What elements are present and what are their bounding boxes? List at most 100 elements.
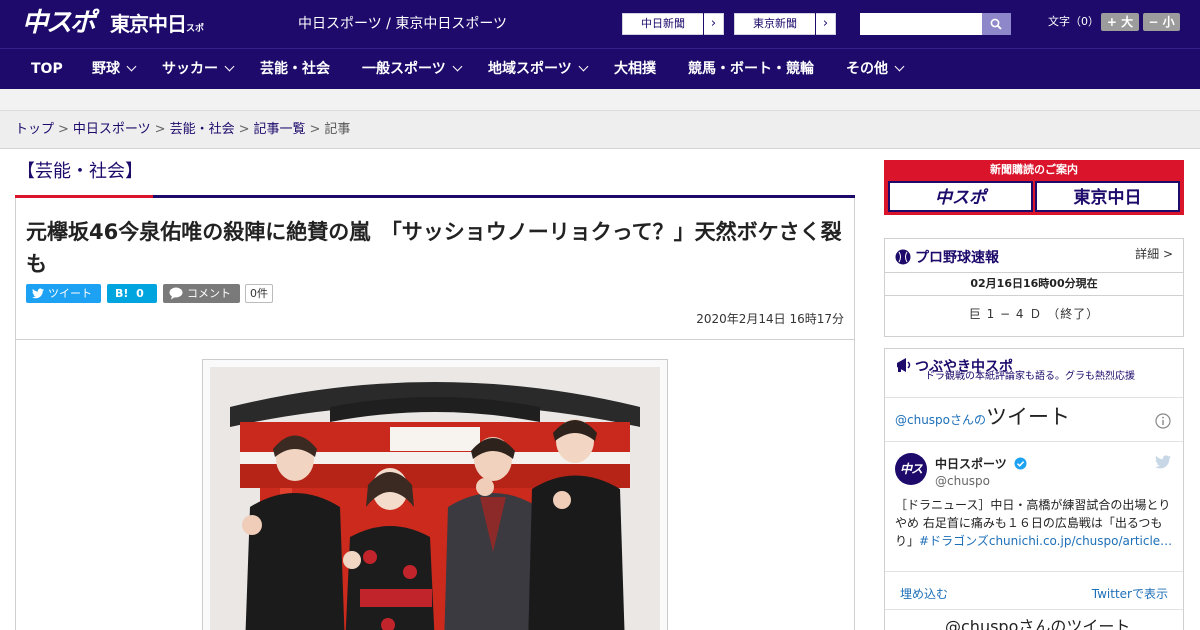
site-name[interactable]: 中日スポーツ / 東京中日スポーツ xyxy=(298,15,507,33)
tweet-account-name[interactable]: 中日スポーツ xyxy=(935,455,1027,472)
chevron-right-icon: › xyxy=(815,13,835,35)
tweet-feed-label: ツイート xyxy=(986,405,1071,429)
chevron-right-icon: › xyxy=(703,13,723,35)
nav-other-label: その他 xyxy=(846,61,888,77)
nav-top[interactable]: TOP xyxy=(31,49,63,89)
tweet-button[interactable]: ツイート xyxy=(26,284,101,303)
nav-general-sports[interactable]: 一般スポーツ xyxy=(362,49,463,89)
info-icon[interactable] xyxy=(1155,413,1171,429)
tokyo-chunichi-subscribe-logo[interactable]: 東京中日 xyxy=(1035,181,1180,212)
breadcrumb-separator: > xyxy=(309,122,321,137)
cast-photo-illustration xyxy=(210,367,660,630)
nav-racing[interactable]: 競馬・ボート・競輪 xyxy=(688,49,814,89)
spacer-band xyxy=(0,89,1200,111)
tweet-account-name-text: 中日スポーツ xyxy=(935,457,1007,471)
nav-entertainment[interactable]: 芸能・社会 xyxy=(260,49,330,89)
breadcrumb-separator: > xyxy=(154,122,166,137)
nav-top-label: TOP xyxy=(31,61,63,77)
section-title: 【芸能・社会】 xyxy=(17,161,143,182)
tokyo-shimbun-label: 東京新聞 xyxy=(753,17,797,30)
nav-soccer-label: サッカー xyxy=(162,61,218,77)
breadcrumb-top[interactable]: トップ xyxy=(15,122,54,137)
nav-local-sports-label: 地域スポーツ xyxy=(488,61,572,77)
nav-general-sports-label: 一般スポーツ xyxy=(362,61,446,77)
tweets-divider xyxy=(885,571,1183,572)
chunichi-shimbun-label: 中日新聞 xyxy=(641,17,685,30)
search-icon xyxy=(990,18,1002,30)
article-divider xyxy=(16,339,854,340)
breadcrumb-bar: トップ > 中日スポーツ > 芸能・社会 > 記事一覧 > 記事 xyxy=(0,111,1200,149)
baseball-detail-link[interactable]: 詳細 > xyxy=(1135,246,1173,262)
twitter-bird-icon[interactable] xyxy=(1155,455,1171,469)
nav-local-sports[interactable]: 地域スポーツ xyxy=(488,49,589,89)
tweets-divider xyxy=(885,441,1183,442)
tweet-link[interactable]: chunichi.co.jp/chuspo/article… xyxy=(989,534,1172,548)
tokyo-shimbun-link[interactable]: 東京新聞 › xyxy=(734,13,836,35)
nav-entertainment-label: 芸能・社会 xyxy=(260,61,330,77)
score-timestamp: 02月16日16時00分現在 xyxy=(885,272,1183,296)
nav-other[interactable]: その他 xyxy=(846,49,905,89)
breadcrumb-current: 記事 xyxy=(324,122,351,137)
avatar[interactable]: 中スポ xyxy=(895,453,927,508)
comment-count: 0件 xyxy=(245,284,273,303)
chevron-down-icon xyxy=(894,61,905,72)
tweet-feed-account[interactable]: @chuspoさんの xyxy=(895,413,986,427)
breadcrumb: トップ > 中日スポーツ > 芸能・社会 > 記事一覧 > 記事 xyxy=(15,121,350,139)
tweets-divider xyxy=(885,609,1183,610)
view-on-twitter-link[interactable]: Twitterで表示 xyxy=(1092,586,1168,602)
chuspo-subscribe-logo[interactable]: 中スポ xyxy=(888,181,1033,212)
breadcrumb-entertainment[interactable]: 芸能・社会 xyxy=(170,122,235,137)
article-headline: 元欅坂46今泉佑唯の殺陣に絶賛の嵐 「サッショウノーリョクって？」天然ボケさく裂… xyxy=(26,220,842,276)
hatena-bookmark-button[interactable]: B! 0 xyxy=(107,284,157,303)
article-box: 元欅坂46今泉佑唯の殺陣に絶賛の嵐 「サッショウノーリョクって？」天然ボケさく裂… xyxy=(15,198,855,630)
search-input[interactable] xyxy=(860,13,982,35)
tweets-panel-subtitle: ドラ観戦の本紙評論家も語る。グラも熱烈応援 xyxy=(925,371,1135,382)
embed-link[interactable]: 埋め込む xyxy=(900,586,948,602)
baseball-panel-title: プロ野球速報 xyxy=(915,250,999,266)
publish-date: 2020年2月14日 16時17分 xyxy=(696,312,844,326)
tokyo-chunichi-logo[interactable]: 東京中日スポーツ xyxy=(110,10,210,67)
breadcrumb-separator: > xyxy=(58,122,69,137)
megaphone-icon xyxy=(897,358,911,372)
nav-sumo[interactable]: 大相撲 xyxy=(614,49,656,89)
chunichi-shimbun-link[interactable]: 中日新聞 › xyxy=(622,13,724,35)
nav-baseball[interactable]: 野球 xyxy=(92,49,137,89)
nav-soccer[interactable]: サッカー xyxy=(162,49,235,89)
verified-badge-icon xyxy=(1014,457,1027,470)
baseball-score-panel: プロ野球速報 詳細 > 02月16日16時00分現在 巨 1 − 4 Ｄ （終了… xyxy=(884,238,1184,337)
chevron-down-icon xyxy=(224,61,235,72)
twitter-bird-icon xyxy=(32,288,44,299)
baseball-icon xyxy=(895,249,911,265)
font-larger-button[interactable]: + 大 xyxy=(1101,13,1139,31)
subscription-banner[interactable]: 新聞購読のご案内 中スポ 東京中日 xyxy=(884,160,1184,215)
hatena-icon: B! xyxy=(115,287,129,300)
tweet-feed-next-header[interactable]: @chuspoさんのツイート xyxy=(945,617,1130,630)
subscription-title: 新聞購読のご案内 xyxy=(990,163,1078,176)
main-nav: TOP 野球 サッカー 芸能・社会 一般スポーツ 地域スポーツ 大相撲 競馬・ボ… xyxy=(0,48,1200,89)
font-smaller-button[interactable]: − 小 xyxy=(1143,13,1180,31)
game-score[interactable]: 巨 1 − 4 Ｄ （終了） xyxy=(885,306,1183,322)
comment-label: コメント xyxy=(187,287,231,300)
tweet-account-handle[interactable]: @chuspo xyxy=(935,473,990,489)
nav-racing-label: 競馬・ボート・競輪 xyxy=(688,61,814,77)
chevron-down-icon xyxy=(578,61,589,72)
tweet-feed-header: @chuspoさんのツイート xyxy=(895,405,1070,432)
chuspo-logo[interactable]: 中スポ xyxy=(22,6,102,40)
tokyo-logo-text: 東京中日 xyxy=(110,12,187,36)
comment-button[interactable]: コメント xyxy=(163,284,240,303)
breadcrumb-separator: > xyxy=(238,122,250,137)
tweets-panel: つぶやき中スポ ドラ観戦の本紙評論家も語る。グラも熱烈応援 @chuspoさんの… xyxy=(884,348,1184,630)
tweet-body: ［ドラニュース］中日・高橋が練習試合の出場とりやめ 右足首に痛みも１６日の広島戦… xyxy=(895,496,1177,550)
tweets-divider xyxy=(885,397,1183,398)
speech-bubble-icon xyxy=(169,287,183,300)
search-button[interactable] xyxy=(982,13,1011,35)
nav-baseball-label: 野球 xyxy=(92,61,120,77)
tweet-hashtag[interactable]: #ドラゴンズ xyxy=(919,534,989,548)
breadcrumb-chunichi-sports[interactable]: 中日スポーツ xyxy=(73,122,151,137)
chevron-down-icon xyxy=(126,61,137,72)
hatena-count: 0 xyxy=(136,287,144,300)
nav-sumo-label: 大相撲 xyxy=(614,61,656,77)
article-photo[interactable] xyxy=(210,367,660,630)
article-photo-frame xyxy=(202,359,668,630)
breadcrumb-article-list[interactable]: 記事一覧 xyxy=(254,122,306,137)
